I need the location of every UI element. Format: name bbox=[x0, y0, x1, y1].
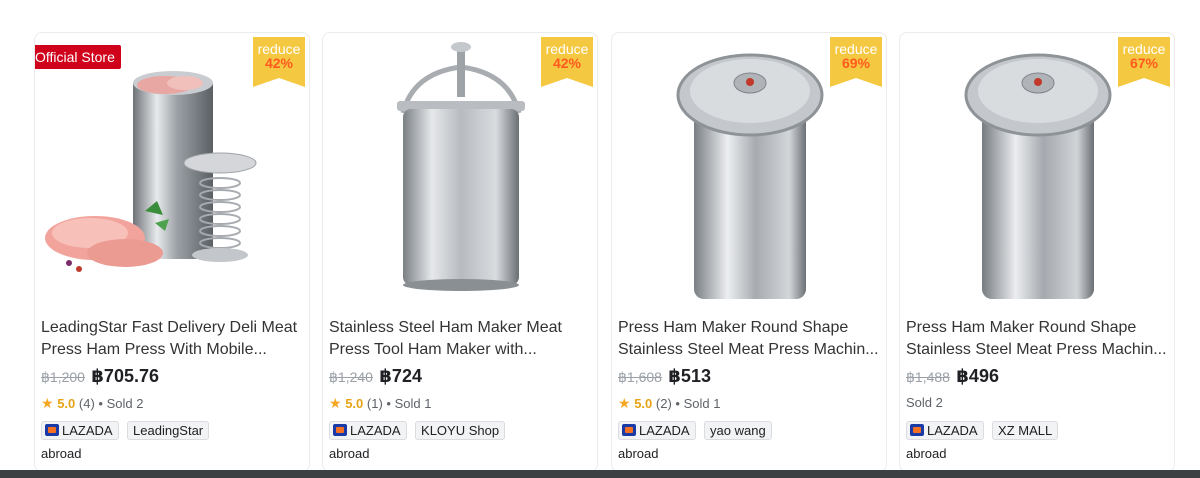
sold-count: • Sold 1 bbox=[675, 396, 721, 411]
product-card[interactable]: reduce 67% Press Ham Maker Round Shape S… bbox=[899, 32, 1175, 472]
seller-tags: LAZADA KLOYU Shop bbox=[329, 421, 595, 443]
sale-price: ฿513 bbox=[668, 366, 711, 386]
product-title[interactable]: LeadingStar Fast Delivery Deli Meat Pres… bbox=[41, 317, 307, 361]
platform-name: LAZADA bbox=[62, 423, 113, 438]
store-tag[interactable]: yao wang bbox=[704, 421, 772, 440]
rating-score: 5.0 bbox=[634, 396, 653, 411]
discount-label: reduce bbox=[545, 41, 589, 57]
original-price: ฿1,240 bbox=[329, 369, 373, 385]
discount-percent: 67% bbox=[1129, 55, 1159, 71]
platform-tag[interactable]: LAZADA bbox=[906, 421, 984, 440]
star-icon: ★ bbox=[618, 395, 631, 411]
sale-price: ฿496 bbox=[956, 366, 999, 386]
origin-label: abroad bbox=[906, 446, 947, 461]
discount-label: reduce bbox=[834, 41, 878, 57]
platform-name: LAZADA bbox=[350, 423, 401, 438]
rating-score: 5.0 bbox=[57, 396, 76, 411]
seller-tags: LAZADA XZ MALL bbox=[906, 421, 1172, 443]
review-count: (4) bbox=[78, 396, 95, 411]
product-card[interactable]: reduce 42% Stainless Steel Ham Maker Mea… bbox=[322, 32, 598, 472]
top-cropped-strip bbox=[0, 0, 1200, 8]
lazada-logo-icon bbox=[910, 424, 924, 436]
original-price: ฿1,488 bbox=[906, 369, 950, 385]
sale-price: ฿724 bbox=[379, 366, 422, 386]
product-title[interactable]: Stainless Steel Ham Maker Meat Press Too… bbox=[329, 317, 595, 361]
discount-percent: 69% bbox=[841, 55, 871, 71]
product-title[interactable]: Press Ham Maker Round Shape Stainless St… bbox=[618, 317, 884, 361]
sale-price: ฿705.76 bbox=[91, 366, 159, 386]
discount-percent: 42% bbox=[264, 55, 294, 71]
rating-row: Sold 2 bbox=[906, 395, 1172, 413]
rating-row: ★ 5.0 (4) • Sold 2 bbox=[41, 395, 307, 413]
price-row: ฿1,200 ฿705.76 bbox=[41, 366, 307, 390]
rating-score: 5.0 bbox=[345, 396, 364, 411]
origin-label: abroad bbox=[41, 446, 82, 461]
product-card[interactable]: reduce 69% Press Ham Maker Round Shape S… bbox=[611, 32, 887, 472]
product-card[interactable]: Official Store reduce 42% LeadingStar Fa… bbox=[34, 32, 310, 472]
store-tag[interactable]: XZ MALL bbox=[992, 421, 1059, 440]
original-price: ฿1,200 bbox=[41, 369, 85, 385]
bottom-bar bbox=[0, 470, 1200, 478]
original-price: ฿1,608 bbox=[618, 369, 662, 385]
origin-label: abroad bbox=[618, 446, 659, 461]
star-icon: ★ bbox=[41, 395, 54, 411]
lazada-logo-icon bbox=[45, 424, 59, 436]
review-count: (1) bbox=[366, 396, 383, 411]
product-title[interactable]: Press Ham Maker Round Shape Stainless St… bbox=[906, 317, 1172, 361]
price-row: ฿1,488 ฿496 bbox=[906, 366, 1172, 390]
rating-row: ★ 5.0 (1) • Sold 1 bbox=[329, 395, 595, 413]
seller-tags: LAZADA yao wang bbox=[618, 421, 884, 443]
platform-tag[interactable]: LAZADA bbox=[329, 421, 407, 440]
star-icon: ★ bbox=[329, 395, 342, 411]
platform-tag[interactable]: LAZADA bbox=[618, 421, 696, 440]
lazada-logo-icon bbox=[622, 424, 636, 436]
store-tag[interactable]: LeadingStar bbox=[127, 421, 210, 440]
review-count: (2) bbox=[655, 396, 672, 411]
price-row: ฿1,240 ฿724 bbox=[329, 366, 595, 390]
platform-name: LAZADA bbox=[639, 423, 690, 438]
sold-count: • Sold 1 bbox=[386, 396, 432, 411]
store-tag[interactable]: KLOYU Shop bbox=[415, 421, 506, 440]
rating-row: ★ 5.0 (2) • Sold 1 bbox=[618, 395, 884, 413]
discount-label: reduce bbox=[1122, 41, 1166, 57]
discount-label: reduce bbox=[257, 41, 301, 57]
lazada-logo-icon bbox=[333, 424, 347, 436]
sold-count: • Sold 2 bbox=[98, 396, 144, 411]
seller-tags: LAZADA LeadingStar bbox=[41, 421, 307, 443]
origin-label: abroad bbox=[329, 446, 370, 461]
official-store-badge: Official Store bbox=[35, 45, 121, 69]
platform-tag[interactable]: LAZADA bbox=[41, 421, 119, 440]
platform-name: LAZADA bbox=[927, 423, 978, 438]
price-row: ฿1,608 ฿513 bbox=[618, 366, 884, 390]
product-grid: Official Store reduce 42% LeadingStar Fa… bbox=[34, 32, 1194, 472]
discount-percent: 42% bbox=[552, 55, 582, 71]
sold-count: Sold 2 bbox=[906, 395, 943, 410]
